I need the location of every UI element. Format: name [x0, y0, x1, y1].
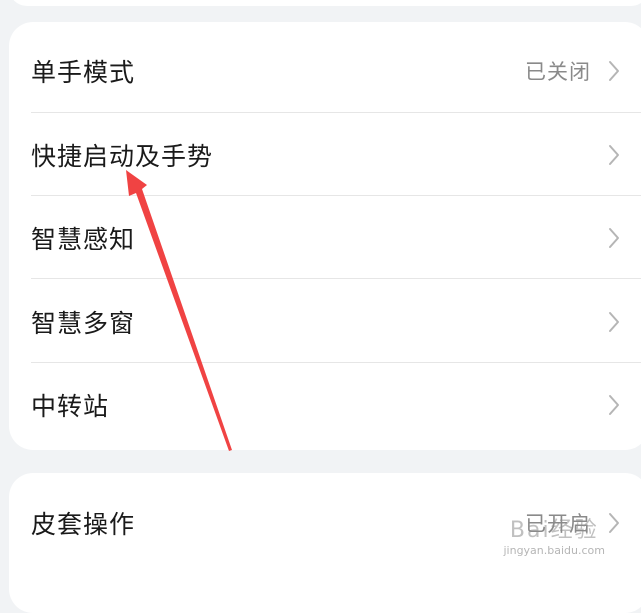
previous-settings-card [9, 0, 641, 6]
chevron-right-icon [609, 60, 619, 81]
chevron-right-icon [609, 144, 619, 165]
setting-row-smart-sensing[interactable]: 智慧感知 [9, 196, 641, 279]
settings-card: 单手模式 已关闭 快捷启动及手势 智慧感知 智慧多窗 中转站 [9, 22, 641, 450]
chevron-right-icon [609, 394, 619, 415]
setting-row-one-hand-mode[interactable]: 单手模式 已关闭 [9, 29, 641, 112]
watermark-logo: Bai经验 [509, 518, 599, 543]
chevron-right-icon [609, 311, 619, 332]
setting-row-smart-multiwindow[interactable]: 智慧多窗 [9, 280, 641, 363]
setting-label: 智慧感知 [31, 224, 136, 254]
setting-row-shortcut-gestures[interactable]: 快捷启动及手势 [9, 113, 641, 196]
chevron-right-icon [609, 227, 619, 248]
setting-label: 单手模式 [31, 57, 136, 87]
setting-value: 已关闭 [525, 59, 591, 84]
setting-label: 中转站 [31, 391, 110, 421]
setting-row-transfer-station[interactable]: 中转站 [9, 363, 641, 446]
divider [31, 278, 641, 279]
setting-label: 皮套操作 [31, 509, 136, 539]
watermark: Bai经验 jingyan.baidu.com [503, 512, 605, 557]
watermark-url: jingyan.baidu.com [503, 544, 605, 557]
setting-label: 智慧多窗 [31, 308, 136, 338]
chevron-right-icon [609, 512, 619, 533]
setting-label: 快捷启动及手势 [31, 141, 214, 171]
